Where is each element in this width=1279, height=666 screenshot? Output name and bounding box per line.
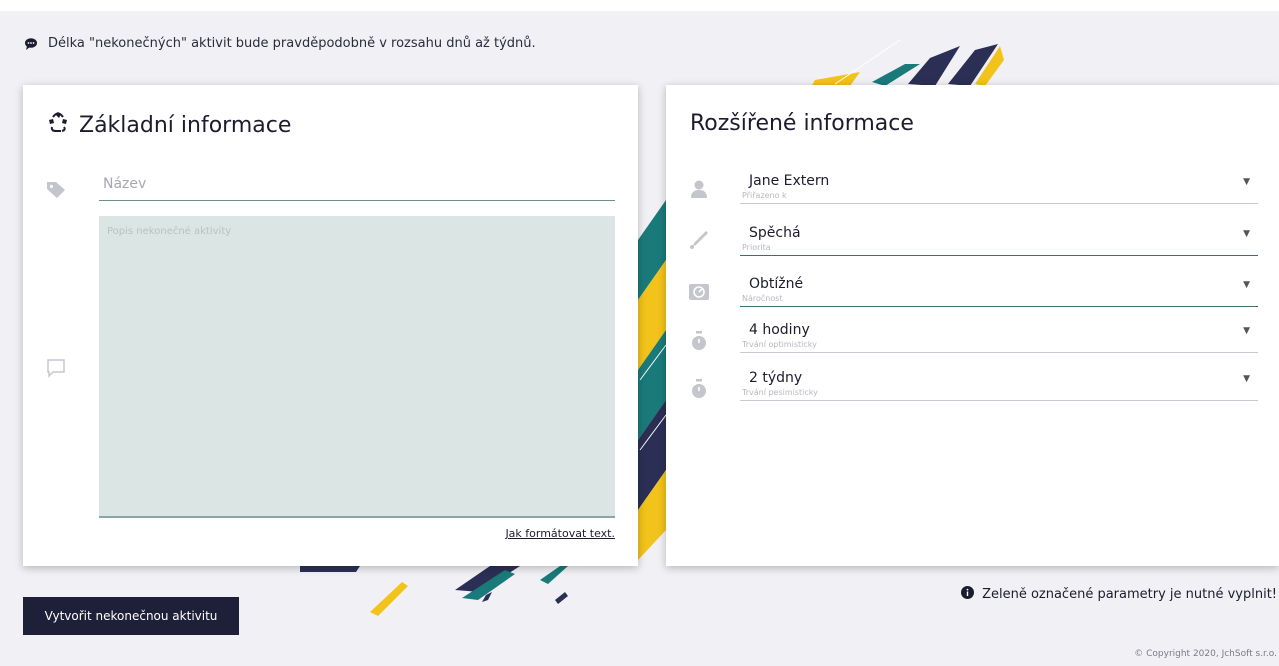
gauge-icon [688, 281, 710, 303]
stopwatch-icon [688, 378, 710, 400]
difficulty-value: Obtížné [749, 276, 804, 292]
stopwatch-icon [688, 330, 710, 352]
required-note-text: Zeleně označené parametry je nutné vypln… [982, 587, 1277, 602]
top-bar [0, 0, 1279, 11]
chevron-down-icon: ▼ [1243, 229, 1250, 239]
priority-select[interactable]: Spěchá Priorita ▼ [740, 225, 1258, 267]
name-input[interactable] [99, 167, 615, 201]
notice-text: Délka "nekonečných" aktivit bude pravděp… [48, 36, 536, 51]
duration-pessimistic-value: 2 týdny [749, 370, 803, 386]
field-underline [740, 400, 1258, 401]
chevron-down-icon: ▼ [1243, 280, 1250, 290]
chevron-down-icon: ▼ [1243, 326, 1250, 336]
duration-optimistic-select[interactable]: 4 hodiny Trvání optimisticky ▼ [740, 322, 1258, 364]
duration-optimistic-value: 4 hodiny [749, 322, 810, 338]
chevron-down-icon: ▼ [1243, 374, 1250, 384]
copyright: © Copyright 2020, JchSoft s.r.o. [1134, 649, 1277, 659]
comment-outline-icon [45, 357, 67, 379]
thermometer-icon [688, 228, 710, 250]
format-help-link[interactable]: Jak formátovat text. [505, 527, 615, 540]
field-underline [740, 306, 1258, 307]
priority-label: Priorita [742, 243, 771, 252]
info-icon [961, 586, 975, 603]
extended-info-title: Rozšířené informace [690, 111, 914, 136]
extended-info-title-text: Rozšířené informace [690, 111, 914, 136]
recycle-icon [47, 111, 69, 139]
chevron-down-icon: ▼ [1243, 177, 1250, 187]
comment-icon [24, 37, 38, 51]
field-underline [740, 352, 1258, 353]
basic-info-title-text: Základní informace [79, 112, 292, 138]
field-underline [740, 255, 1258, 256]
description-textarea[interactable] [99, 216, 615, 518]
info-notice: Délka "nekonečných" aktivit bude pravděp… [24, 36, 536, 51]
priority-value: Spěchá [749, 225, 801, 241]
duration-pessimistic-label: Trvání pesimisticky [742, 388, 818, 397]
duration-optimistic-label: Trvání optimisticky [742, 340, 817, 349]
required-note: Zeleně označené parametry je nutné vypln… [961, 586, 1277, 603]
basic-info-card: Základní informace Jak formátovat text. [23, 85, 638, 566]
difficulty-select[interactable]: Obtížné Náročnost ▼ [740, 276, 1258, 318]
create-activity-button[interactable]: Vytvořit nekonečnou aktivitu [23, 597, 239, 635]
field-underline [740, 203, 1258, 204]
user-icon [688, 178, 710, 200]
duration-pessimistic-select[interactable]: 2 týdny Trvání pesimisticky ▼ [740, 370, 1258, 412]
basic-info-title: Základní informace [47, 111, 291, 139]
assignee-select[interactable]: Jane Extern Přiřazeno k ▼ [740, 173, 1258, 215]
assignee-value: Jane Extern [749, 173, 830, 189]
tag-icon [45, 178, 67, 200]
difficulty-label: Náročnost [742, 294, 783, 303]
extended-info-card: Rozšířené informace Jane Extern Přiřazen… [666, 85, 1279, 566]
assignee-label: Přiřazeno k [742, 191, 787, 200]
